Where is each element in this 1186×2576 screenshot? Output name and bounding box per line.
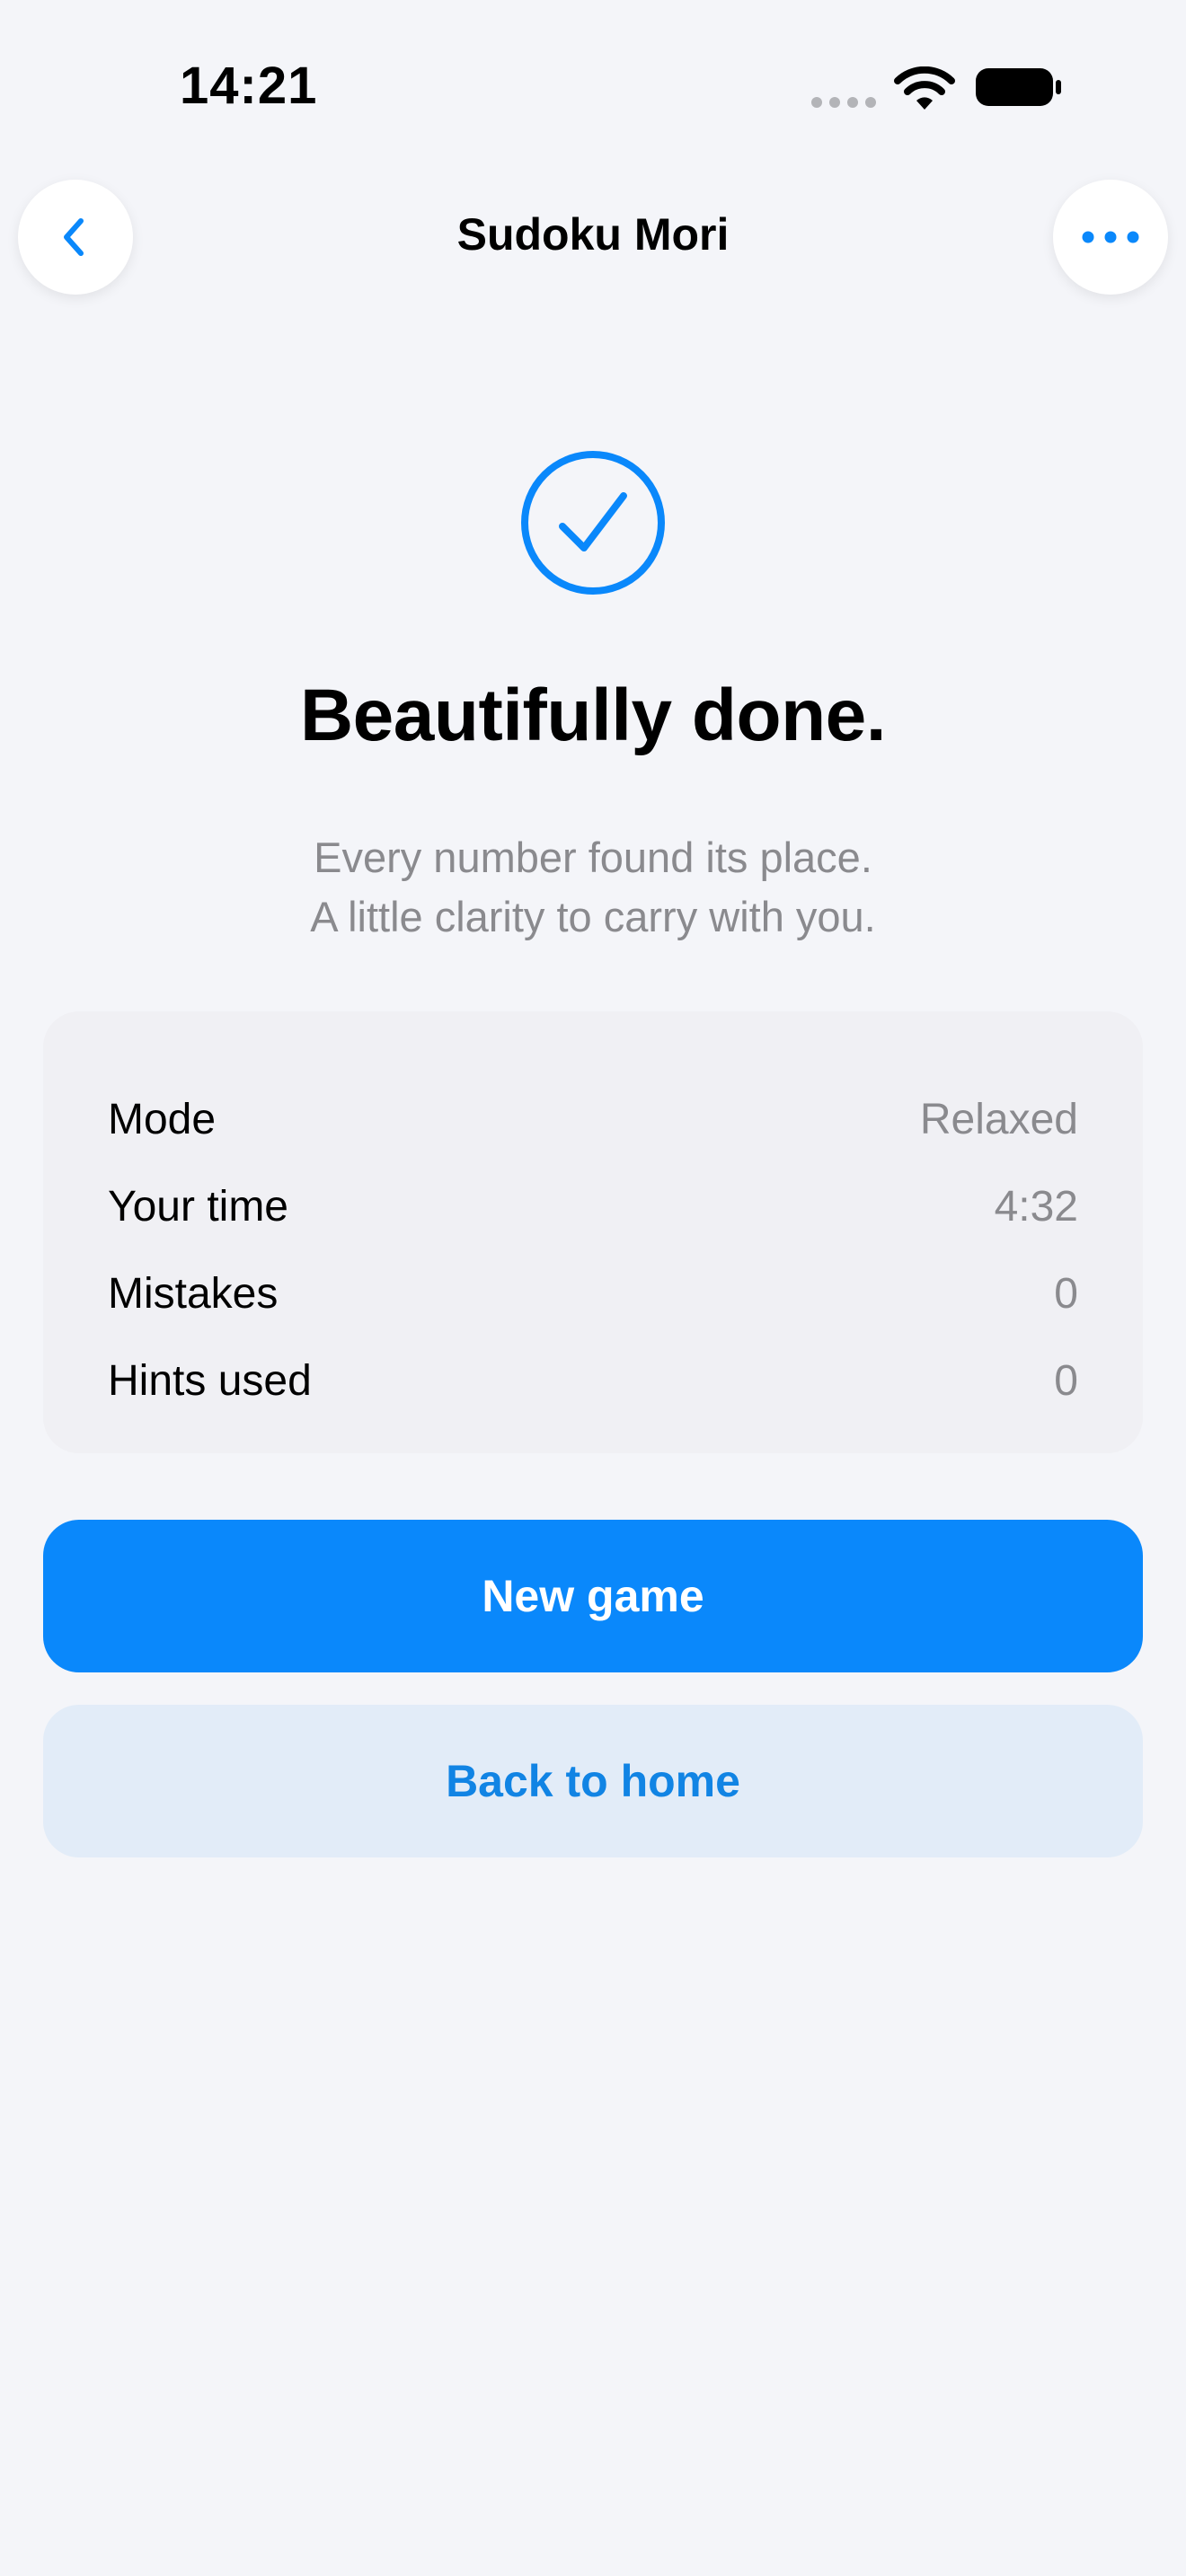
stat-row-time: Your time 4:32 — [108, 1163, 1078, 1250]
game-stats-card: Mode Relaxed Your time 4:32 Mistakes 0 H… — [43, 1011, 1143, 1453]
stat-value: 0 — [1054, 1357, 1078, 1405]
status-bar: 14:21 — [0, 0, 1186, 171]
stat-label: Mode — [108, 1096, 217, 1143]
completion-headline: Beautifully done. — [299, 675, 887, 756]
wifi-icon — [894, 66, 955, 110]
stat-label: Hints used — [108, 1357, 312, 1405]
checkmark-circle-icon — [521, 451, 665, 595]
battery-icon — [976, 68, 1061, 106]
stat-value: Relaxed — [919, 1096, 1078, 1143]
subtitle-line-2: A little clarity to carry with you. — [310, 893, 876, 940]
stat-row-mistakes: Mistakes 0 — [108, 1250, 1078, 1337]
completion-subtitle: Every number found its place. A little c… — [0, 828, 1186, 947]
ellipsis-icon — [1082, 231, 1139, 243]
stat-row-hints: Hints used 0 — [108, 1337, 1078, 1425]
more-options-button[interactable] — [1053, 180, 1168, 295]
status-time: 14:21 — [180, 57, 318, 115]
stat-value: 0 — [1054, 1270, 1078, 1318]
stat-row-mode: Mode Relaxed — [108, 1076, 1078, 1163]
new-game-button[interactable]: New game — [43, 1520, 1143, 1672]
page-title: Sudoku Mori — [456, 209, 730, 260]
stat-label: Mistakes — [108, 1270, 279, 1318]
stat-value: 4:32 — [994, 1183, 1078, 1231]
back-to-home-button[interactable]: Back to home — [43, 1705, 1143, 1857]
cellular-signal-icon — [811, 97, 876, 108]
subtitle-line-1: Every number found its place. — [314, 834, 872, 881]
stat-label: Your time — [108, 1183, 288, 1231]
